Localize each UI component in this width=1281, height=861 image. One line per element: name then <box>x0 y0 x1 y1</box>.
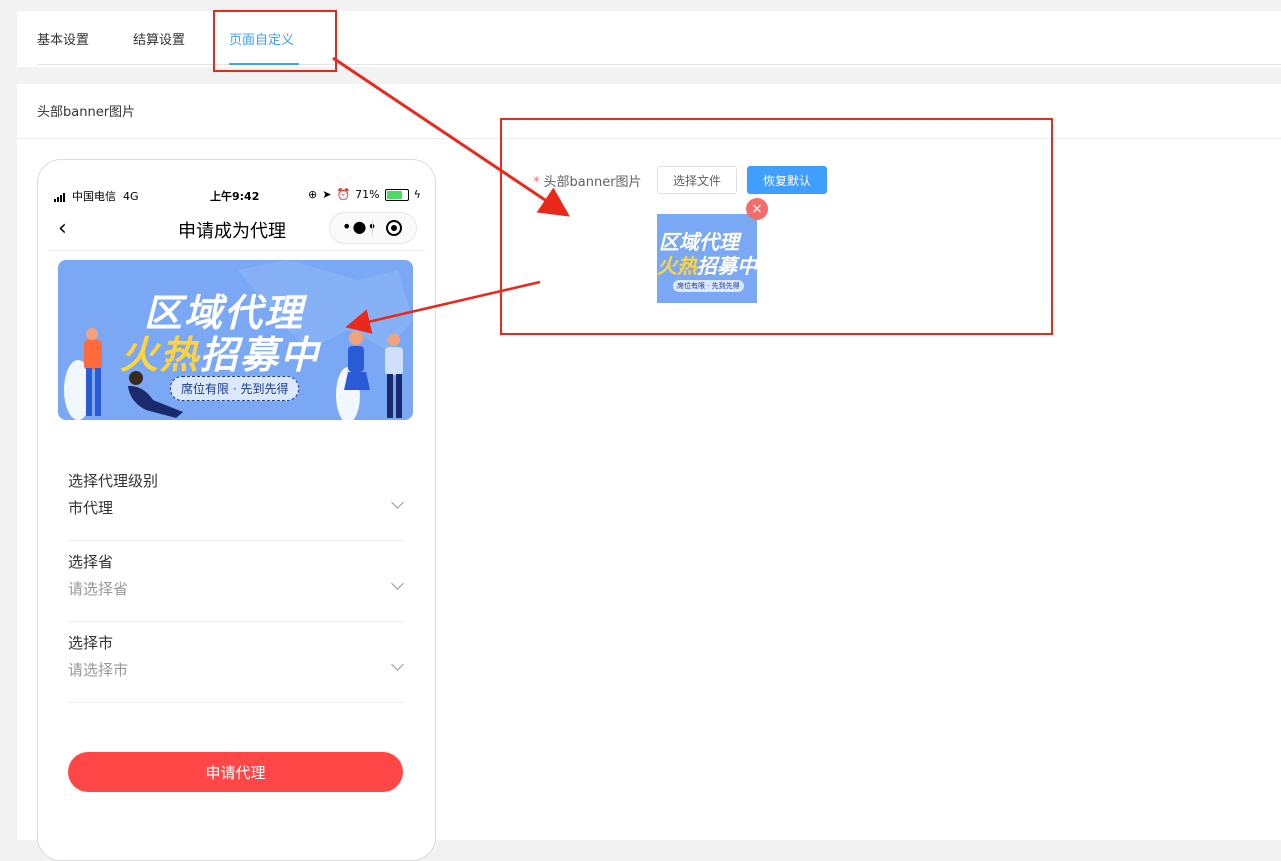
apply-agent-button[interactable]: 申请代理 <box>68 752 403 792</box>
agent-level-label: 选择代理级别 <box>68 472 159 490</box>
city-label: 选择市 <box>68 634 114 652</box>
tabs-bar: 基本设置 结算设置 页面自定义 <box>17 11 1281 67</box>
city-placeholder: 请选择市 <box>68 661 129 679</box>
agent-level-value: 市代理 <box>68 499 114 517</box>
back-icon[interactable]: ‹ <box>58 216 67 241</box>
province-placeholder: 请选择省 <box>68 580 129 598</box>
status-left: 中国电信 4G <box>54 188 139 204</box>
tab-basic-settings[interactable]: 基本设置 <box>37 29 89 48</box>
network-label: 4G <box>123 190 139 203</box>
status-right: ⊕ ➤ ⏰ 71% ϟ <box>308 188 421 201</box>
tab-settlement-settings[interactable]: 结算设置 <box>133 29 185 48</box>
banner-image: 区域代理 火热招募中 席位有限 · 先到先得 <box>58 260 413 420</box>
status-time: 上午9:42 <box>210 190 260 203</box>
phone-preview: 中国电信 4G 上午9:42 ⊕ ➤ ⏰ 71% ϟ ‹ 申请成为代理 •●• <box>37 159 436 861</box>
miniprogram-capsule: •●• <box>329 212 417 244</box>
battery-icon <box>384 188 409 201</box>
province-label: 选择省 <box>68 553 114 571</box>
banner-title-line2: 火热招募中 <box>120 333 321 377</box>
agent-level-select[interactable]: 选择代理级别 市代理 <box>68 460 404 541</box>
chevron-down-icon <box>391 496 404 509</box>
charging-icon: ϟ <box>413 188 421 201</box>
phone-navbar: ‹ 申请成为代理 •●• <box>48 210 425 251</box>
annotation-box-tab <box>213 10 337 72</box>
close-miniprogram-icon[interactable] <box>386 220 402 236</box>
phone-page-title: 申请成为代理 <box>178 221 286 242</box>
carrier-label: 中国电信 <box>72 190 116 203</box>
location-lock-icon: ⊕ <box>308 188 318 201</box>
status-bar: 中国电信 4G 上午9:42 ⊕ ➤ ⏰ 71% ϟ <box>38 188 435 204</box>
panel-title: 头部banner图片 <box>37 105 136 120</box>
annotation-box-form <box>500 118 1053 335</box>
city-select[interactable]: 选择市 请选择市 <box>68 622 404 703</box>
chevron-down-icon <box>391 658 404 671</box>
banner-subtitle: 席位有限 · 先到先得 <box>170 376 300 401</box>
battery-percent: 71% <box>355 188 380 201</box>
location-arrow-icon: ➤ <box>322 188 332 201</box>
province-select[interactable]: 选择省 请选择省 <box>68 541 404 622</box>
alarm-icon: ⏰ <box>336 188 351 201</box>
signal-icon <box>54 192 68 202</box>
chevron-down-icon <box>391 577 404 590</box>
